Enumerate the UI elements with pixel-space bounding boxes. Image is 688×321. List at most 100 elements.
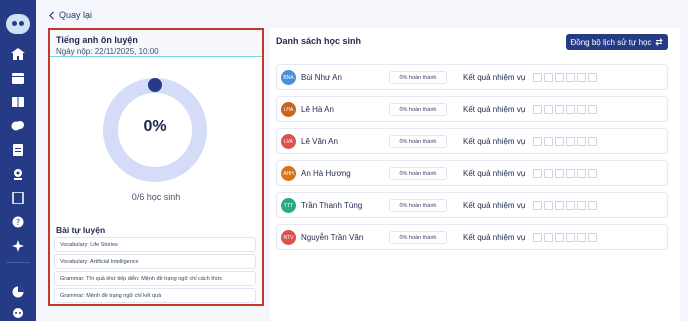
- result-box: [555, 73, 564, 82]
- result-box: [555, 105, 564, 114]
- student-list-title: Danh sách học sinh: [276, 36, 362, 46]
- student-name[interactable]: An Hà Hương: [301, 169, 351, 178]
- completion-badge: 0% hoàn thành: [389, 71, 447, 84]
- student-count: 0/6 học sinh: [131, 192, 181, 202]
- result-box: [577, 233, 586, 242]
- header-divider: [50, 56, 262, 57]
- result-box: [566, 105, 575, 114]
- back-label: Quay lại: [59, 10, 93, 20]
- result-box: [566, 233, 575, 242]
- exercise-item[interactable]: Vocabulary: Artificial Intelligence: [54, 254, 256, 269]
- result-box: [544, 233, 553, 242]
- exercise-item[interactable]: Vocabulary: Life Stories: [54, 237, 256, 252]
- back-link[interactable]: Quay lại: [48, 10, 92, 20]
- task-result-label: Kết quả nhiệm vụ: [463, 169, 526, 178]
- exercise-item[interactable]: Grammar: Mệnh đề trạng ngữ chỉ kết quả: [54, 288, 256, 303]
- result-box: [533, 105, 542, 114]
- result-box: [533, 201, 542, 210]
- task-result-label: Kết quả nhiệm vụ: [463, 201, 526, 210]
- task-result-boxes: [533, 105, 597, 114]
- assignment-title: Tiếng anh ôn luyện: [56, 35, 138, 45]
- help-icon[interactable]: ?: [11, 216, 25, 228]
- chevron-left-icon: [49, 11, 54, 19]
- result-box: [577, 169, 586, 178]
- result-box: [555, 201, 564, 210]
- sidebar-nav: ?: [0, 0, 36, 321]
- student-name[interactable]: Lê Hà An: [301, 105, 334, 114]
- result-box: [533, 137, 542, 146]
- document-icon[interactable]: [11, 192, 25, 204]
- result-box: [588, 233, 597, 242]
- task-result-label: Kết quả nhiệm vụ: [463, 105, 526, 114]
- result-box: [555, 137, 564, 146]
- student-row[interactable]: LHA Lê Hà An 0% hoàn thành Kết quả nhiệm…: [276, 96, 668, 122]
- student-name[interactable]: Nguyễn Trần Văn: [301, 233, 363, 242]
- completion-badge: 0% hoàn thành: [389, 167, 447, 180]
- task-result-boxes: [533, 201, 597, 210]
- result-box: [566, 73, 575, 82]
- task-result-boxes: [533, 169, 597, 178]
- progress-knob: [148, 78, 162, 92]
- task-result-label: Kết quả nhiệm vụ: [463, 137, 526, 146]
- result-box: [555, 169, 564, 178]
- student-name[interactable]: Lê Văn An: [301, 137, 338, 146]
- result-box: [588, 105, 597, 114]
- calendar-icon[interactable]: [11, 72, 25, 84]
- result-box: [566, 137, 575, 146]
- due-date: Ngày nộp: 22/11/2025, 10:00: [56, 47, 159, 56]
- avatar: AHH: [281, 166, 296, 181]
- result-box: [588, 137, 597, 146]
- result-box: [577, 105, 586, 114]
- student-list-panel: Danh sách học sinh Đồng bộ lịch sử tự họ…: [270, 28, 680, 321]
- progress-percent: 0%: [143, 118, 167, 135]
- result-box: [577, 137, 586, 146]
- student-row[interactable]: NTV Nguyễn Trần Văn 0% hoàn thành Kết qu…: [276, 224, 668, 250]
- main-content: Quay lại Tiếng anh ôn luyện Ngày nộp: 22…: [36, 0, 688, 321]
- student-row[interactable]: LVA Lê Văn An 0% hoàn thành Kết quả nhiệ…: [276, 128, 668, 154]
- chat-icon[interactable]: [11, 120, 25, 132]
- result-box: [577, 201, 586, 210]
- result-box: [544, 105, 553, 114]
- nav-divider: [6, 262, 30, 263]
- student-name[interactable]: Bùi Như An: [301, 73, 342, 82]
- result-box: [588, 73, 597, 82]
- task-result-label: Kết quả nhiệm vụ: [463, 73, 526, 82]
- sync-history-button[interactable]: Đồng bộ lịch sử tự học: [566, 34, 668, 50]
- avatar: LHA: [281, 102, 296, 117]
- student-row[interactable]: AHH An Hà Hương 0% hoàn thành Kết quả nh…: [276, 160, 668, 186]
- avatar: NTV: [281, 230, 296, 245]
- assignment-icon[interactable]: [11, 144, 25, 156]
- sync-label: Đồng bộ lịch sử tự học: [570, 37, 652, 47]
- result-box: [544, 169, 553, 178]
- task-result-label: Kết quả nhiệm vụ: [463, 233, 526, 242]
- book-icon[interactable]: [11, 96, 25, 108]
- pie-chart-icon[interactable]: [11, 286, 25, 298]
- student-row[interactable]: BNA Bùi Như An 0% hoàn thành Kết quả nhi…: [276, 64, 668, 90]
- task-result-boxes: [533, 137, 597, 146]
- location-icon[interactable]: [11, 168, 25, 180]
- result-box: [588, 169, 597, 178]
- completion-badge: 0% hoàn thành: [389, 199, 447, 212]
- robot-icon[interactable]: [11, 306, 25, 318]
- task-result-boxes: [533, 73, 597, 82]
- result-box: [555, 233, 564, 242]
- swap-icon: [655, 38, 664, 46]
- avatar: LVA: [281, 134, 296, 149]
- result-box: [588, 201, 597, 210]
- result-box: [533, 73, 542, 82]
- sparkle-icon[interactable]: [11, 240, 25, 252]
- result-box: [577, 73, 586, 82]
- svg-text:?: ?: [16, 218, 20, 227]
- result-box: [566, 201, 575, 210]
- completion-badge: 0% hoàn thành: [389, 103, 447, 116]
- app-logo[interactable]: [6, 14, 30, 34]
- result-box: [566, 169, 575, 178]
- student-name[interactable]: Trần Thanh Tùng: [301, 201, 362, 210]
- result-box: [544, 137, 553, 146]
- task-result-boxes: [533, 233, 597, 242]
- exercise-item[interactable]: Grammar: Thì quá khứ tiếp diễn: Mệnh đề …: [54, 271, 256, 286]
- student-row[interactable]: TTT Trần Thanh Tùng 0% hoàn thành Kết qu…: [276, 192, 668, 218]
- home-icon[interactable]: [11, 48, 25, 60]
- result-box: [544, 73, 553, 82]
- avatar: BNA: [281, 70, 296, 85]
